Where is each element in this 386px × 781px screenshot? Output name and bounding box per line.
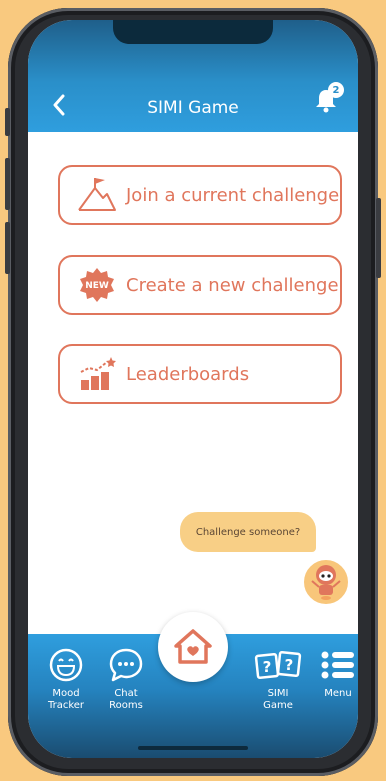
nav-chat-rooms[interactable]: Chat Rooms — [96, 646, 156, 712]
join-challenge-button[interactable]: Join a current challenge — [58, 165, 342, 225]
home-indicator — [138, 746, 248, 750]
robot-mascot-icon — [311, 565, 341, 600]
notification-badge: 2 — [328, 82, 344, 98]
page-title: SIMI Game — [147, 98, 239, 118]
card-label: Leaderboards — [126, 363, 250, 385]
leaderboard-chart-icon — [74, 354, 120, 394]
svg-text:?: ? — [263, 658, 272, 676]
nav-mood-tracker[interactable]: Mood Tracker — [36, 646, 96, 712]
volume-down-button — [5, 222, 10, 274]
mood-face-icon — [49, 648, 83, 682]
new-badge-icon: NEW — [74, 265, 120, 305]
nav-simi-game[interactable]: ? ? SIMI Game — [248, 646, 308, 712]
create-challenge-button[interactable]: NEW Create a new challenge — [58, 255, 342, 315]
mute-switch — [5, 108, 10, 136]
menu-list-icon — [321, 651, 354, 679]
flag-mountain-icon — [74, 175, 120, 215]
volume-up-button — [5, 158, 10, 210]
nav-label: Chat Rooms — [109, 688, 143, 711]
question-cards-icon: ? ? — [254, 650, 302, 680]
top-bar: SIMI Game 2 — [28, 20, 358, 132]
leaderboards-button[interactable]: Leaderboards — [58, 344, 342, 404]
nav-label: Mood Tracker — [47, 688, 85, 711]
new-badge-text: NEW — [85, 281, 109, 291]
power-button — [376, 198, 381, 278]
home-heart-icon — [174, 629, 212, 664]
home-button[interactable] — [158, 612, 228, 682]
svg-text:?: ? — [285, 656, 294, 674]
card-label: Join a current challenge — [126, 184, 340, 206]
assistant-prompt-bubble[interactable]: Challenge someone? — [180, 512, 316, 552]
card-label: Create a new challenge — [126, 274, 339, 296]
phone-notch — [113, 20, 273, 44]
app-screen: SIMI Game 2 Join a current challenge NEW — [28, 20, 358, 758]
nav-label: SIMI Game — [263, 688, 293, 711]
notifications-button[interactable]: 2 — [312, 82, 344, 116]
nav-menu[interactable]: Menu — [308, 646, 358, 700]
bottom-nav: Mood Tracker Chat Rooms ? ? SIMI Game Me… — [28, 612, 358, 758]
assistant-avatar[interactable] — [302, 558, 350, 606]
nav-label: Menu — [324, 688, 352, 699]
chat-bubble-icon — [109, 648, 143, 682]
